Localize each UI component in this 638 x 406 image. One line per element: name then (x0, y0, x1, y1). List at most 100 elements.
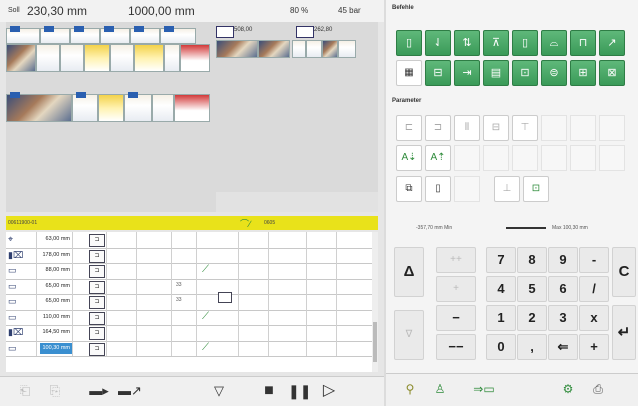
settings-icon[interactable]: ⚙ (556, 378, 580, 400)
page-button[interactable]: ▯ (425, 176, 451, 202)
fold-length[interactable]: 164,50 mm (40, 327, 72, 338)
table-row[interactable]: ▮⌧ 178,00 mm ⊐ (6, 247, 372, 264)
command-button[interactable]: ⇅ (454, 30, 480, 56)
enter-button[interactable]: ↵ (612, 305, 636, 360)
key-6[interactable]: 6 (548, 276, 578, 302)
table-row[interactable]: ▮⌧ 164,50 mm ⊐ (6, 325, 372, 342)
image-tile (322, 40, 338, 58)
empty-slot (512, 145, 538, 171)
command-button[interactable]: ⊟ (425, 60, 451, 86)
clear-button[interactable]: C (612, 247, 636, 297)
stop-button[interactable]: ■ (258, 381, 280, 401)
command-button[interactable]: ⊼ (483, 30, 509, 56)
scroll-thumb[interactable] (373, 322, 377, 362)
key-8[interactable]: 8 (517, 247, 547, 273)
panel2-label: 262,80 (314, 27, 333, 33)
range-slider[interactable]: -357,70 mm Min Max 100,30 mm (416, 225, 616, 233)
command-button[interactable]: ⇥ (454, 60, 480, 86)
command-button[interactable]: ⇃ (425, 30, 451, 56)
save-icon[interactable]: ⎘ (44, 381, 66, 401)
key-0[interactable]: 0 (486, 334, 516, 360)
table-cell (336, 263, 337, 279)
command-button[interactable]: ↗ (599, 30, 625, 56)
param-button[interactable]: ⊤ (512, 115, 538, 141)
backspace-button[interactable]: ⇐ (548, 334, 578, 360)
fold-length[interactable]: 100,30 mm (40, 342, 72, 354)
insert-row-icon[interactable]: ▬▸ (88, 381, 110, 401)
minus-step-button[interactable]: − (436, 305, 476, 331)
copy-button[interactable]: ⧉ (396, 176, 422, 202)
param-button[interactable]: A⇡ (425, 145, 451, 171)
table-cell (72, 263, 73, 279)
fold-length[interactable]: 65,00 mm (40, 296, 72, 307)
table-cell (238, 278, 239, 294)
key-2[interactable]: 2 (517, 305, 547, 331)
transfer-icon[interactable]: ⇒▭ (472, 378, 496, 400)
export-icon[interactable]: ⎙ (586, 378, 610, 400)
param-button[interactable]: ⊡ (523, 176, 549, 202)
pin-icon[interactable]: ⚲ (398, 378, 422, 400)
person-icon[interactable]: ♙ (428, 378, 452, 400)
key-3[interactable]: 3 (548, 305, 578, 331)
key-1[interactable]: 1 (486, 305, 516, 331)
plus-button[interactable]: + (436, 276, 476, 302)
command-button[interactable]: ▯ (512, 30, 538, 56)
table-row[interactable]: ▭ 110,00 mm ⊐ ⟋ (6, 309, 372, 326)
key-5[interactable]: 5 (517, 276, 547, 302)
fold-length[interactable]: 65,00 mm (40, 281, 72, 292)
delta-up-button[interactable]: Δ (394, 247, 424, 297)
command-button[interactable]: ▤ (483, 60, 509, 86)
minus-minus-button[interactable]: −− (436, 334, 476, 360)
page-icon: ⊐ (89, 249, 105, 263)
key-9[interactable]: 9 (548, 247, 578, 273)
command-button[interactable]: ▯ (396, 30, 422, 56)
grid-button[interactable]: ▦ (396, 60, 422, 86)
param-button[interactable]: A⇣ (396, 145, 422, 171)
play-button[interactable]: ▷ (318, 381, 340, 401)
key-divide[interactable]: / (579, 276, 609, 302)
delta-down-button[interactable]: ∇ (394, 310, 424, 360)
fold-type-icon: ▭ (8, 265, 17, 275)
command-button[interactable]: ⌓ (541, 30, 567, 56)
funnel-icon[interactable]: ▽ (208, 381, 230, 401)
table-cell (196, 263, 197, 279)
table-scrollbar[interactable] (372, 232, 378, 372)
param-button[interactable]: ⊐ (425, 115, 451, 141)
key-minus[interactable]: - (579, 247, 609, 273)
open-icon[interactable]: ⎗ (14, 381, 36, 401)
empty-slot (570, 115, 596, 141)
key-4[interactable]: 4 (486, 276, 516, 302)
slider-track[interactable] (506, 227, 546, 229)
panel-icon (216, 26, 234, 38)
key-multiply[interactable]: x (579, 305, 609, 331)
fold-length[interactable]: 178,00 mm (40, 250, 72, 261)
table-row[interactable]: ⌖ 63,00 mm ⊐ (6, 232, 372, 249)
key-comma[interactable]: , (517, 334, 547, 360)
fold-table[interactable]: ⌖ 63,00 mm ⊐ ▮⌧ 178,00 mm ⊐ ▭ 88,00 mm ⊐ ⟋ ▭ 65,00 … (6, 232, 378, 372)
table-cell (106, 278, 107, 294)
param-button[interactable]: ⫴ (454, 115, 480, 141)
command-button[interactable]: ⊞ (570, 60, 596, 86)
table-cell (306, 278, 307, 294)
key-plus[interactable]: + (579, 334, 609, 360)
plus-plus-button[interactable]: ++ (436, 247, 476, 273)
key-7[interactable]: 7 (486, 247, 516, 273)
command-button[interactable]: ⊠ (599, 60, 625, 86)
command-button[interactable]: ⊓ (570, 30, 596, 56)
fold-length[interactable]: 88,00 mm (40, 265, 72, 276)
fold-length[interactable]: 63,00 mm (40, 234, 72, 245)
length-value: 1000,00 mm (128, 4, 195, 18)
table-row[interactable]: ▭ 88,00 mm ⊐ ⟋ (6, 263, 372, 280)
param-button[interactable]: ⊥ (494, 176, 520, 202)
command-button[interactable]: ⊜ (541, 60, 567, 86)
command-button[interactable]: ⊡ (512, 60, 538, 86)
table-row[interactable]: ▭ 100,30 mm ⊐ ⟋ (6, 340, 372, 357)
pause-button[interactable]: ❚❚ (288, 381, 311, 401)
param-button[interactable]: ⊟ (483, 115, 509, 141)
fold-length[interactable]: 110,00 mm (40, 312, 72, 323)
table-row[interactable]: ▭ 65,00 mm ⊐ 33 (6, 278, 372, 295)
move-row-icon[interactable]: ▬↗ (118, 381, 142, 401)
param-button[interactable]: ⊏ (396, 115, 422, 141)
table-row[interactable]: ▭ 65,00 mm ⊐ 33 (6, 292, 372, 311)
slider-min: -357,70 mm Min (416, 225, 453, 231)
